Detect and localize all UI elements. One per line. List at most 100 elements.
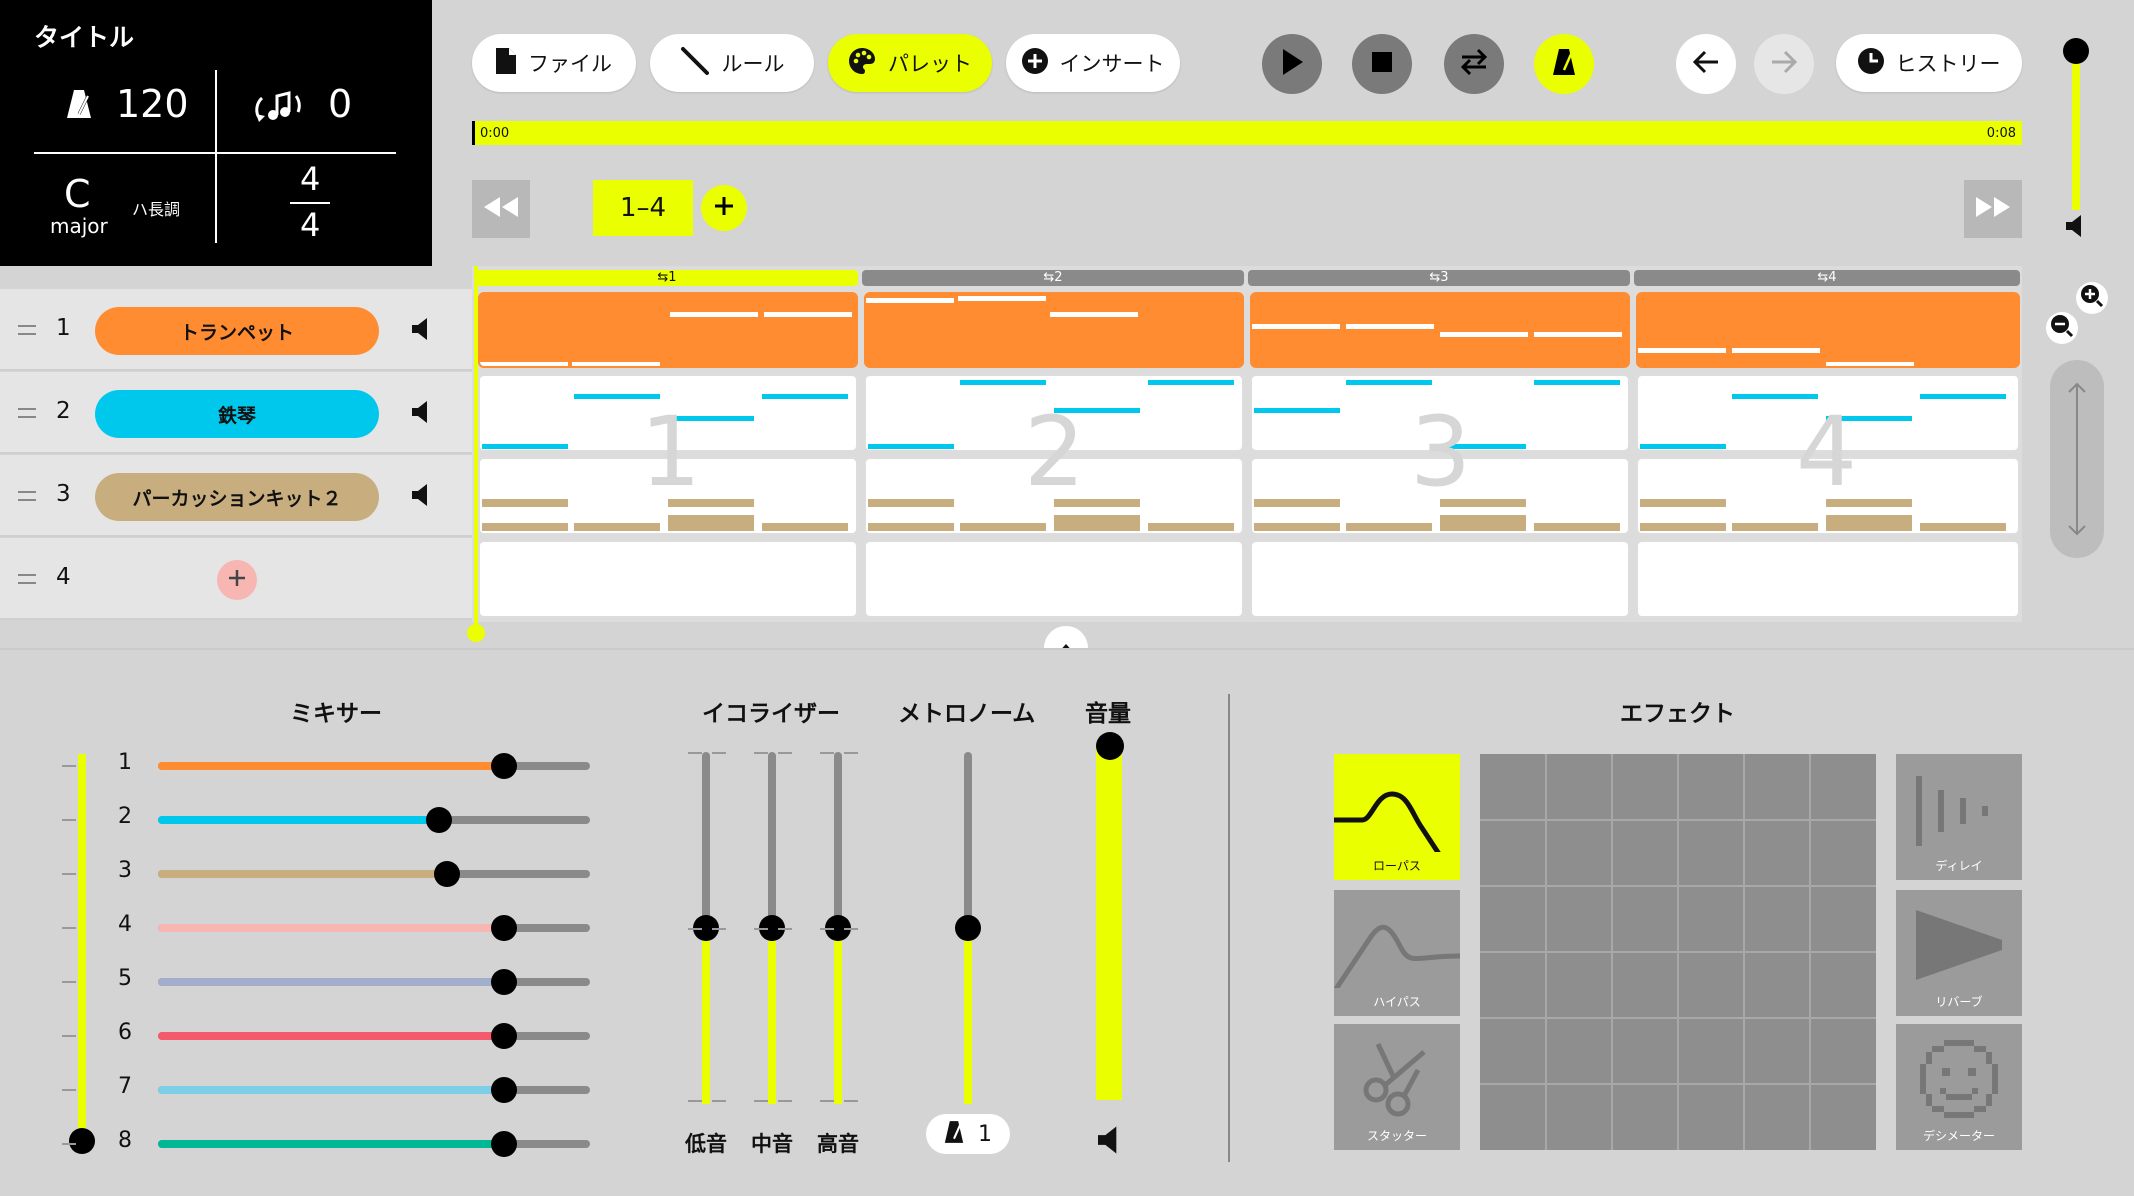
clip-empty-1[interactable]	[478, 540, 858, 618]
mixer-channel-1-knob[interactable]	[490, 753, 517, 779]
mixer-channel-8-knob[interactable]	[490, 1131, 517, 1157]
mixer-channel-1-slider[interactable]	[158, 762, 590, 770]
mixer-channel-8-slider[interactable]	[158, 1140, 590, 1148]
palette-button[interactable]: パレット	[828, 34, 992, 92]
effect-decimator[interactable]: デシメーター	[1896, 1024, 2022, 1150]
clip-empty-2[interactable]	[864, 540, 1244, 618]
speaker-icon[interactable]	[412, 401, 430, 427]
metronome-toggle-button[interactable]	[1534, 34, 1594, 94]
mixer-channel-6-knob[interactable]	[490, 1023, 517, 1049]
add-track-button[interactable]	[217, 560, 257, 600]
mixer-channel-4-knob[interactable]	[490, 915, 517, 941]
undo-button[interactable]	[1676, 34, 1736, 94]
mixer-tick	[62, 1143, 76, 1145]
track-row-2[interactable]: 2 鉄琴	[0, 372, 472, 454]
mixer-channel-5-slider[interactable]	[158, 978, 590, 986]
drag-handle-icon[interactable]	[18, 325, 36, 335]
speaker-icon[interactable]	[412, 318, 430, 344]
measure-range[interactable]: 1–4	[593, 180, 693, 236]
measure-header-3[interactable]: ⇆3	[1248, 270, 1630, 286]
effect-stutter[interactable]: スタッター	[1334, 1024, 1460, 1150]
metronome-beat-button[interactable]: 1	[926, 1114, 1010, 1154]
tempo-value[interactable]: 120	[116, 82, 189, 126]
mixer-channel-3-slider[interactable]	[158, 870, 590, 878]
mixer-channel-6-slider[interactable]	[158, 1032, 590, 1040]
mixer-track-select-knob[interactable]	[69, 1128, 95, 1154]
track-row-1[interactable]: 1 トランペット	[0, 289, 472, 371]
playback-timeline[interactable]: 0:00 0:08	[472, 121, 2022, 145]
playhead-handle[interactable]	[467, 624, 485, 642]
mixer-channel-7-knob[interactable]	[490, 1077, 517, 1103]
mixer-channel-2-slider[interactable]	[158, 816, 590, 824]
time-sig-numerator[interactable]: 4	[300, 160, 320, 198]
song-title[interactable]: タイトル	[34, 18, 134, 54]
redo-button[interactable]	[1754, 34, 1814, 94]
master-volume-slider[interactable]	[2072, 50, 2080, 210]
effect-delay[interactable]: ディレイ	[1896, 754, 2022, 880]
drag-handle-icon[interactable]	[18, 408, 36, 418]
metronome-volume-knob[interactable]	[955, 915, 981, 941]
effect-xy-pad[interactable]	[1480, 754, 1876, 1150]
stop-button[interactable]	[1352, 34, 1412, 94]
vertical-scroll-handle[interactable]	[2050, 360, 2104, 558]
key-value[interactable]: C	[64, 172, 91, 216]
mixer-channel-7-slider[interactable]	[158, 1086, 590, 1094]
speaker-icon[interactable]	[1098, 1126, 1120, 1158]
zoom-out-button[interactable]	[2046, 312, 2078, 344]
clip-trumpet-4[interactable]	[1636, 292, 2020, 368]
metronome-icon	[944, 1120, 964, 1148]
eq-high-label: 高音	[817, 1132, 859, 1156]
zoom-in-button[interactable]	[2076, 282, 2108, 314]
track-number: 4	[56, 564, 71, 590]
plus-icon	[713, 195, 735, 221]
fast-forward-button[interactable]	[1964, 180, 2022, 238]
measure-header-2[interactable]: ⇆2	[862, 270, 1244, 286]
rewind-button[interactable]	[472, 180, 530, 238]
speaker-icon[interactable]	[2066, 215, 2084, 241]
track-row-3[interactable]: 3 パーカッションキット２	[0, 455, 472, 537]
mixer-tick	[62, 1089, 76, 1091]
file-button[interactable]: ファイル	[472, 34, 636, 92]
mixer-channel-2-knob[interactable]	[425, 807, 452, 833]
rule-button-label: ルール	[721, 52, 785, 76]
track-name-trumpet[interactable]: トランペット	[95, 307, 379, 355]
measure-header-1[interactable]: ⇆1	[476, 270, 858, 286]
clip-trumpet-2[interactable]	[864, 292, 1244, 368]
drag-handle-icon[interactable]	[18, 491, 36, 501]
time-sig-denominator[interactable]: 4	[300, 206, 320, 244]
metronome-title: メトロノーム	[898, 701, 1036, 727]
effect-reverb[interactable]: リバーブ	[1896, 890, 2022, 1016]
history-button[interactable]: ヒストリー	[1836, 34, 2022, 92]
playhead[interactable]	[474, 266, 478, 632]
ruler-icon	[680, 46, 710, 81]
measure-header-4[interactable]: ⇆4	[1634, 270, 2020, 286]
effect-highpass[interactable]: ハイパス	[1331, 890, 1461, 1016]
clip-trumpet-3[interactable]	[1250, 292, 1630, 368]
transpose-value[interactable]: 0	[328, 82, 352, 126]
song-info-panel: タイトル 120 0 C major ハ長調 4 4	[0, 0, 432, 266]
output-volume-slider[interactable]	[1096, 744, 1122, 1100]
mixer-channel-4-slider[interactable]	[158, 924, 590, 932]
track-name-glockenspiel[interactable]: 鉄琴	[95, 390, 379, 438]
play-button[interactable]	[1262, 34, 1322, 94]
master-volume-knob[interactable]	[2063, 38, 2089, 64]
clip-empty-4[interactable]	[1636, 540, 2020, 618]
mixer-track-select-slider[interactable]	[78, 754, 86, 1144]
metronome-icon	[66, 88, 92, 124]
loop-button[interactable]	[1444, 34, 1504, 94]
timeline-cursor[interactable]	[472, 121, 475, 145]
output-volume-knob[interactable]	[1096, 732, 1124, 760]
rule-button[interactable]: ルール	[650, 34, 814, 92]
clip-trumpet-1[interactable]	[478, 292, 858, 368]
mixer-tick	[62, 981, 76, 983]
stop-icon	[1372, 52, 1392, 76]
track-row-4[interactable]: 4	[0, 538, 472, 620]
add-measure-button[interactable]	[701, 185, 747, 231]
insert-button[interactable]: インサート	[1006, 34, 1180, 92]
effect-lowpass[interactable]: ローパス	[1334, 754, 1463, 888]
speaker-icon[interactable]	[412, 484, 430, 510]
drag-handle-icon[interactable]	[18, 574, 36, 584]
mixer-channel-5-knob[interactable]	[490, 969, 517, 995]
clip-empty-3[interactable]	[1250, 540, 1630, 618]
track-name-percussion[interactable]: パーカッションキット２	[95, 473, 379, 521]
